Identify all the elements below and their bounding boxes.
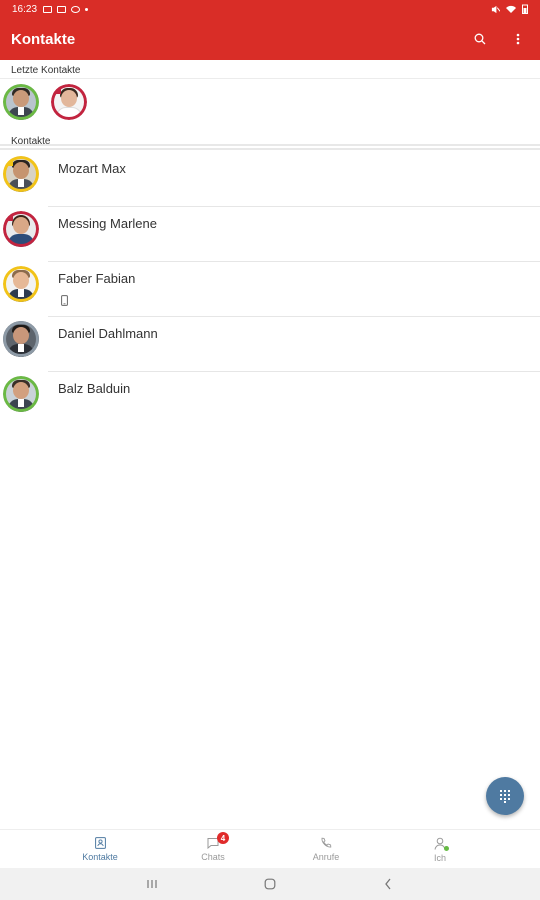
tab-chats-label: Chats: [201, 852, 225, 862]
tab-ich[interactable]: Ich: [400, 830, 480, 869]
wifi-icon: [506, 5, 516, 13]
home-icon: [264, 878, 276, 890]
mute-icon: [491, 5, 500, 13]
contact-avatar: [3, 211, 39, 247]
contact-device: [61, 293, 68, 311]
search-button[interactable]: [469, 28, 491, 50]
recent-contact-avatar[interactable]: [51, 84, 87, 120]
search-icon: [474, 33, 486, 45]
wireless-icon: [71, 5, 81, 13]
tab-kontakte-label: Kontakte: [82, 852, 118, 862]
tab-ich-label: Ich: [433, 852, 446, 863]
tab-kontakte[interactable]: Kontakte: [60, 830, 140, 869]
status-bar: 16:23: [0, 0, 540, 18]
home-button[interactable]: [262, 876, 278, 892]
status-time: 16:23: [12, 3, 38, 15]
image-icon: [57, 5, 67, 13]
contact-list: Mozart Max Messing Marlene Faber Fabian …: [0, 152, 540, 427]
battery-icon: [522, 4, 528, 14]
contact-avatar: [3, 321, 39, 357]
contacts-title: Kontakte: [11, 135, 51, 147]
app-bar: Kontakte: [0, 18, 540, 60]
contact-avatar: [3, 266, 39, 302]
tab-chats[interactable]: Chats 4: [173, 830, 253, 869]
dialpad-icon: [500, 790, 510, 803]
contact-name: Balz Balduin: [58, 381, 131, 396]
more-vert-icon: [516, 33, 520, 45]
recent-contact-avatar[interactable]: [3, 84, 39, 120]
online-status-dot: [444, 846, 449, 851]
page-title: Kontakte: [11, 30, 76, 48]
tab-anrufe[interactable]: Anrufe: [286, 830, 366, 869]
contacts-header: Kontakte: [0, 134, 540, 150]
contact-name: Mozart Max: [58, 161, 126, 176]
contact-row[interactable]: Daniel Dahlmann: [0, 317, 540, 372]
dialpad-button[interactable]: [486, 777, 524, 815]
recent-apps-icon: [147, 880, 157, 888]
contact-row[interactable]: Messing Marlene: [0, 207, 540, 262]
contacts-icon: [94, 837, 106, 849]
system-navigation-bar: [0, 868, 540, 900]
tab-anrufe-label: Anrufe: [312, 852, 340, 862]
status-right-icons: [491, 4, 528, 14]
contact-row[interactable]: Faber Fabian: [0, 262, 540, 317]
gallery-icon: [43, 5, 53, 13]
chats-unread-badge: 4: [217, 832, 229, 844]
more-notifications-icon: [85, 7, 89, 11]
recent-apps-button[interactable]: [144, 876, 160, 892]
bottom-navigation: Kontakte Chats 4 Anrufe Ich: [0, 829, 540, 868]
recent-contacts-header: Letzte Kontakte: [0, 63, 540, 79]
contact-name: Daniel Dahlmann: [58, 326, 158, 341]
phone-icon: [321, 837, 332, 848]
back-button[interactable]: [380, 876, 396, 892]
contact-row[interactable]: Mozart Max: [0, 152, 540, 207]
contact-name: Messing Marlene: [58, 216, 157, 231]
recent-contacts-title: Letzte Kontakte: [11, 65, 81, 76]
contact-avatar: [3, 376, 39, 412]
overflow-menu-button[interactable]: [507, 28, 529, 50]
contact-row[interactable]: Balz Balduin: [0, 372, 540, 427]
back-icon: [385, 878, 391, 890]
contact-name: Faber Fabian: [58, 271, 136, 286]
notification-icons: [43, 5, 89, 13]
contact-avatar: [3, 156, 39, 192]
mobile-phone-icon: [61, 295, 68, 306]
